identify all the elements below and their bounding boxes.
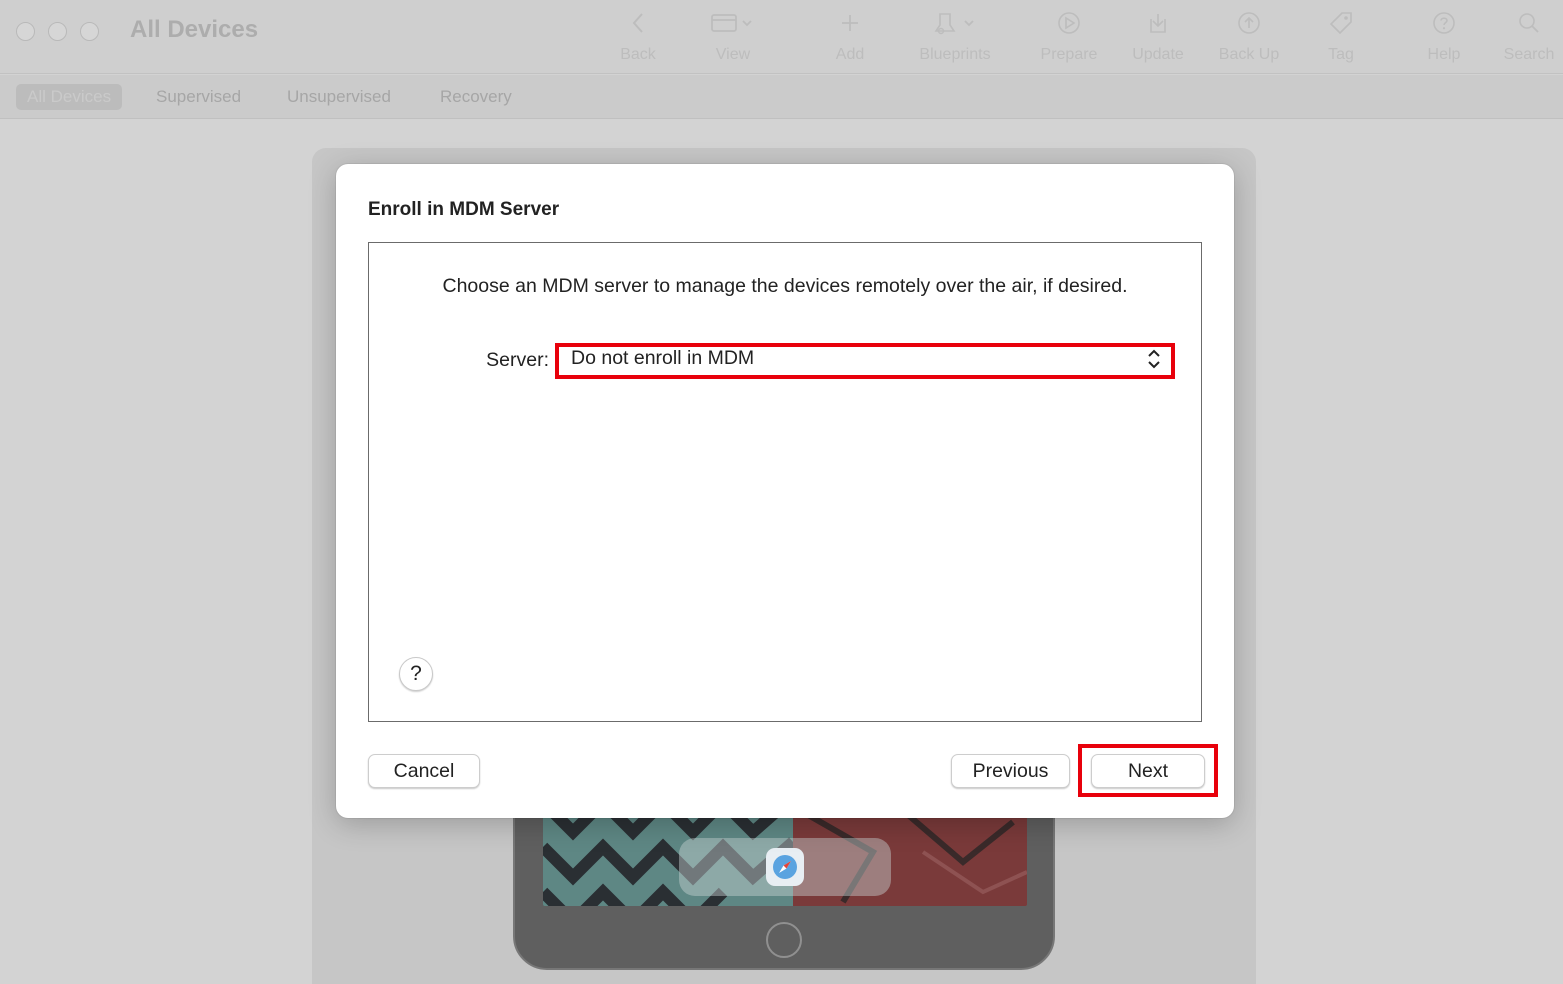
toolbar-backup-button[interactable]: Back Up [1204,8,1294,68]
chevron-up-down-icon [1147,348,1161,370]
filter-bar: All Devices Supervised Unsupervised Reco… [0,75,1563,119]
title-bar: All Devices Back View Add Blueprints Pre… [0,0,1563,74]
toolbar-tag-button[interactable]: Tag [1296,8,1386,68]
help-button[interactable]: ? [399,657,433,691]
filter-recovery[interactable]: Recovery [429,84,523,110]
toolbar-blueprints-button[interactable]: Blueprints [910,8,1000,68]
update-icon [1146,8,1170,38]
close-window-button[interactable] [16,22,35,41]
toolbar-label: View [715,46,751,63]
dialog-title: Enroll in MDM Server [368,199,560,220]
previous-button[interactable]: Previous [951,754,1070,788]
server-select[interactable]: Do not enroll in MDM [555,343,1175,379]
toolbar-label: Search [1503,46,1555,63]
search-icon [1517,8,1541,38]
next-button[interactable]: Next [1091,754,1205,788]
toolbar-back-button[interactable]: Back [593,8,683,68]
enroll-mdm-dialog: Enroll in MDM Server Choose an MDM serve… [336,164,1234,818]
instructions-text: Choose an MDM server to manage the devic… [442,275,1128,297]
prepare-icon [1057,8,1081,38]
toolbar-label: Add [835,46,865,63]
tag-icon [1328,8,1354,38]
backup-icon [1237,8,1261,38]
toolbar-label: Back Up [1218,46,1280,63]
dialog-content-panel: Choose an MDM server to manage the devic… [368,242,1202,722]
toolbar-label: Back [620,46,656,63]
filter-supervised[interactable]: Supervised [145,84,252,110]
server-label: Server: [486,349,549,371]
window-title: All Devices [130,16,259,43]
toolbar-search-button[interactable]: Search [1484,8,1563,68]
server-select-value: Do not enroll in MDM [571,346,755,369]
zoom-window-button[interactable] [80,22,99,41]
safari-icon [766,848,804,886]
toolbar-label: Tag [1328,46,1354,63]
toolbar-prepare-button[interactable]: Prepare [1024,8,1114,68]
toolbar-label: Update [1132,46,1184,63]
plus-icon [840,8,860,38]
blueprints-icon [932,8,978,38]
toolbar-help-button[interactable]: Help [1399,8,1489,68]
toolbar-label: Help [1427,46,1461,63]
ipad-dock [679,838,891,896]
toolbar-label: Blueprints [919,46,991,63]
minimize-window-button[interactable] [48,22,67,41]
cancel-button[interactable]: Cancel [368,754,480,788]
window-icon [710,8,756,38]
filter-all-devices[interactable]: All Devices [16,84,123,110]
toolbar-view-button[interactable]: View [688,8,778,68]
toolbar-update-button[interactable]: Update [1113,8,1203,68]
window-controls [16,22,99,41]
next-button-highlight: Next [1078,744,1218,797]
toolbar-label: Prepare [1040,46,1098,63]
help-icon [1432,8,1456,38]
ipad-home-button [766,922,802,958]
chevron-left-icon [631,8,645,38]
toolbar-add-button[interactable]: Add [805,8,895,68]
filter-unsupervised[interactable]: Unsupervised [276,84,402,110]
